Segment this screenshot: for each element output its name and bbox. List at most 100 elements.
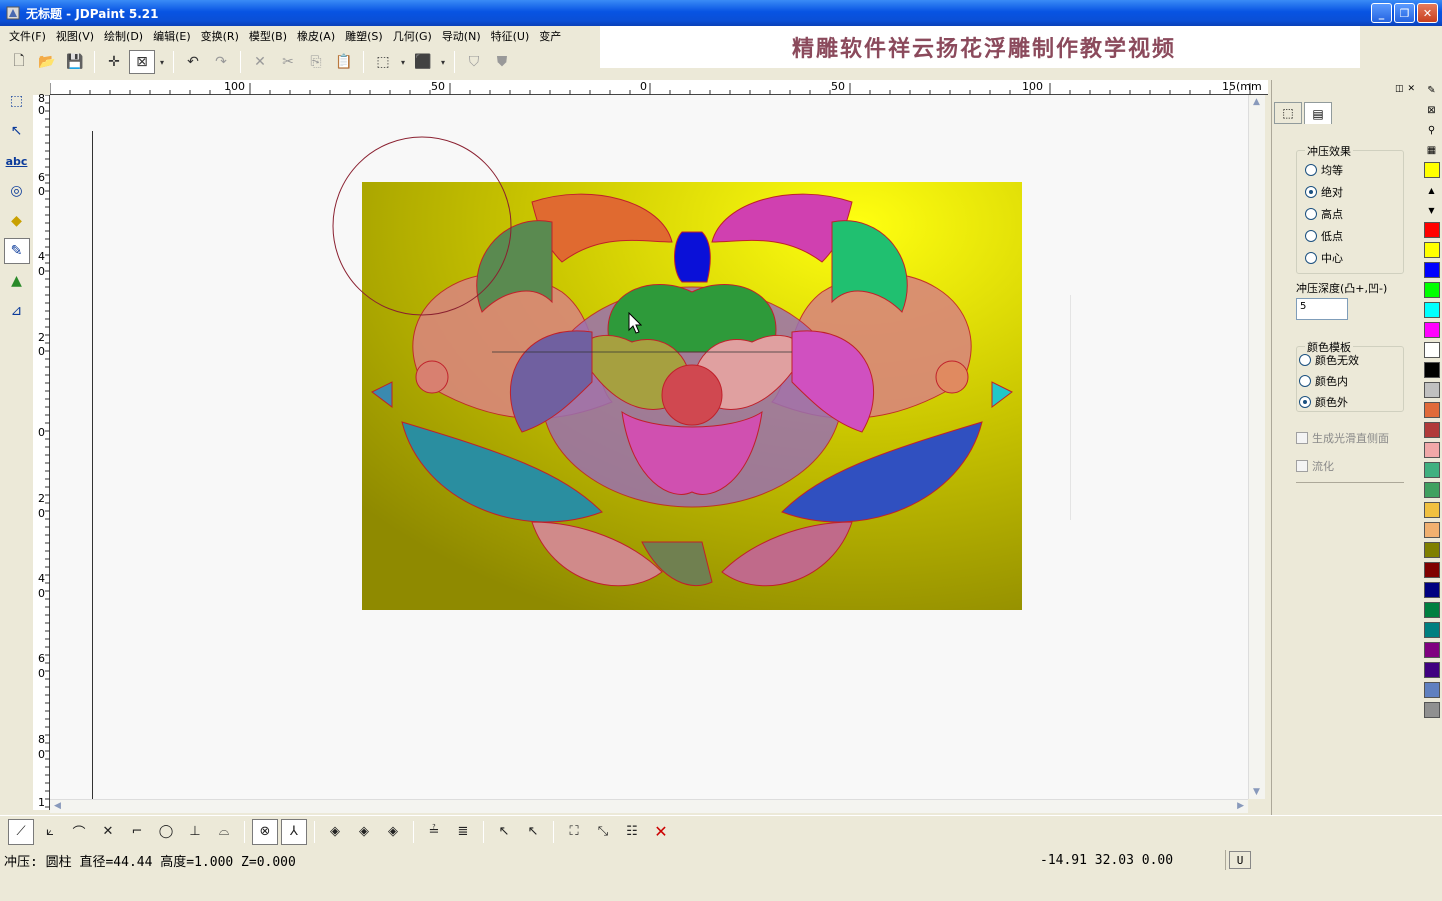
color-swatch[interactable] [1423, 562, 1440, 578]
tab-properties[interactable]: ▤ [1304, 102, 1332, 124]
color-swatch[interactable] [1423, 462, 1440, 478]
radio-uniform[interactable]: 均等 [1297, 159, 1403, 181]
eraser-icon[interactable]: ◆ [4, 208, 30, 234]
scroll-up-icon[interactable]: ▲ [1424, 182, 1440, 198]
angle-line-icon[interactable]: ⟀ [37, 819, 63, 845]
diamond-grid-3-icon[interactable]: ◈ [380, 819, 406, 845]
pen-icon[interactable]: ✎ [1424, 82, 1440, 98]
color-swatch[interactable] [1423, 662, 1440, 678]
tab-nodes[interactable]: ⬚ [1274, 102, 1302, 124]
pick-cancel-icon[interactable]: ↖ [520, 819, 546, 845]
shield-half-icon[interactable]: ⛉ [461, 50, 487, 74]
select-list-icon[interactable]: ☷ [619, 819, 645, 845]
menu-more[interactable]: 变产 [534, 28, 566, 44]
snap-corner-icon[interactable]: ⅄ [281, 818, 307, 845]
menu-sculpt[interactable]: 雕塑(S) [340, 28, 388, 44]
arc-tool-icon[interactable]: ⌒ [66, 819, 92, 845]
menu-eraser[interactable]: 橡皮(A) [292, 28, 340, 44]
menu-view[interactable]: 视图(V) [51, 28, 99, 44]
select-partial-icon[interactable]: ⤡ [590, 819, 616, 845]
color-swatch[interactable] [1423, 422, 1440, 438]
select-box-icon[interactable]: ⊠ [129, 50, 155, 74]
scroll-left-icon[interactable]: ◀ [54, 801, 61, 811]
copy-icon[interactable]: ⎘ [303, 50, 329, 74]
menu-guide[interactable]: 导动(N) [437, 28, 486, 44]
circle-tool-icon[interactable]: ◯ [153, 819, 179, 845]
scroll-right-icon[interactable]: ▶ [1237, 801, 1244, 811]
menu-file[interactable]: 文件(F) [4, 28, 51, 44]
radio-color-inside[interactable]: 颜色内 [1297, 370, 1403, 391]
open-folder-icon[interactable]: 📂 [34, 50, 60, 74]
color-swatch[interactable] [1423, 162, 1440, 178]
perpendicular-icon[interactable]: ⊥ [182, 819, 208, 845]
maximize-button[interactable]: ❐ [1394, 3, 1415, 23]
color-swatch[interactable] [1423, 622, 1440, 638]
shaded-cube-icon[interactable]: ⬛ [410, 50, 436, 74]
color-swatch[interactable] [1423, 322, 1440, 338]
redo-icon[interactable]: ↷ [208, 50, 234, 74]
color-swatch[interactable] [1423, 222, 1440, 238]
color-swatch[interactable] [1423, 362, 1440, 378]
color-swatch[interactable] [1423, 282, 1440, 298]
scroll-up-icon[interactable]: ▲ [1253, 97, 1260, 107]
text-abc-icon[interactable]: abc [4, 148, 30, 174]
color-swatch[interactable] [1423, 242, 1440, 258]
line-tool-icon[interactable]: ⟋ [8, 818, 34, 845]
color-swatch[interactable] [1423, 402, 1440, 418]
select-all-icon[interactable]: ⛶ [561, 819, 587, 845]
new-file-icon[interactable]: 🗋 [6, 50, 32, 74]
sphere-icon[interactable]: ◎ [4, 178, 30, 204]
color-swatch[interactable] [1423, 482, 1440, 498]
undo-icon[interactable]: ↶ [180, 50, 206, 74]
panel-restore-icon[interactable]: ◫ [1395, 84, 1404, 94]
color-swatch[interactable] [1423, 502, 1440, 518]
layer-stack-icon[interactable]: ≣ [450, 819, 476, 845]
paste-icon[interactable]: 📋 [331, 50, 357, 74]
cancel-icon[interactable]: ✕ [648, 819, 674, 845]
color-swatch[interactable] [1423, 702, 1440, 718]
cut-icon[interactable]: ✂ [275, 50, 301, 74]
diamond-grid-icon[interactable]: ◈ [322, 819, 348, 845]
color-swatch[interactable] [1423, 342, 1440, 358]
scroll-down-icon[interactable]: ▼ [1253, 787, 1260, 797]
horizontal-scrollbar[interactable]: ◀ ▶ [50, 799, 1248, 813]
radio-absolute[interactable]: 绝对 [1297, 181, 1403, 203]
color-swatch[interactable] [1423, 302, 1440, 318]
snap-center-icon[interactable]: ⊗ [252, 818, 278, 845]
color-swatch[interactable] [1423, 542, 1440, 558]
measure-icon[interactable]: ⊿ [4, 298, 30, 324]
radio-center[interactable]: 中心 [1297, 247, 1403, 269]
radio-low-point[interactable]: 低点 [1297, 225, 1403, 247]
vertical-scrollbar[interactable]: ▲ ▼ [1248, 95, 1265, 799]
save-icon[interactable]: 💾 [62, 50, 88, 74]
color-swatch[interactable] [1423, 642, 1440, 658]
pattern-icon[interactable]: ▦ [1424, 142, 1440, 158]
radio-high-point[interactable]: 高点 [1297, 203, 1403, 225]
pencil-icon[interactable]: ✎ [3, 238, 30, 264]
color-swatch[interactable] [1423, 582, 1440, 598]
no-color-icon[interactable]: ⊠ [1424, 102, 1440, 118]
crosshair-icon[interactable]: ✛ [101, 50, 127, 74]
view-cube-icon[interactable]: ⬚ [370, 50, 396, 74]
tangent-icon[interactable]: ⌓ [211, 819, 237, 845]
panel-close-icon[interactable]: ✕ [1407, 84, 1415, 94]
menu-edit[interactable]: 编辑(E) [148, 28, 196, 44]
menu-model[interactable]: 模型(B) [244, 28, 292, 44]
fillet-icon[interactable]: ⌐ [124, 819, 150, 845]
depth-input[interactable]: 5 [1296, 298, 1348, 320]
stamp-icon[interactable]: ▲ [4, 268, 30, 294]
close-button[interactable]: ✕ [1417, 3, 1438, 23]
radio-color-outside[interactable]: 颜色外 [1297, 391, 1403, 412]
edit-arrow-icon[interactable]: ↖ [4, 118, 30, 144]
chevron-down-icon[interactable]: ▾ [438, 50, 448, 74]
chevron-down-icon[interactable]: ▾ [157, 50, 167, 74]
chevron-down-icon[interactable]: ▾ [398, 50, 408, 74]
smooth-side-checkbox[interactable]: 生成光滑直侧面 [1296, 430, 1389, 446]
select-node-icon[interactable]: ⬚ [4, 88, 30, 114]
layer-icon[interactable]: ≟ [421, 819, 447, 845]
color-swatch[interactable] [1423, 682, 1440, 698]
unit-mode-button[interactable]: U [1229, 851, 1251, 869]
menu-draw[interactable]: 绘制(D) [99, 28, 148, 44]
color-swatch[interactable] [1423, 442, 1440, 458]
color-swatch[interactable] [1423, 602, 1440, 618]
